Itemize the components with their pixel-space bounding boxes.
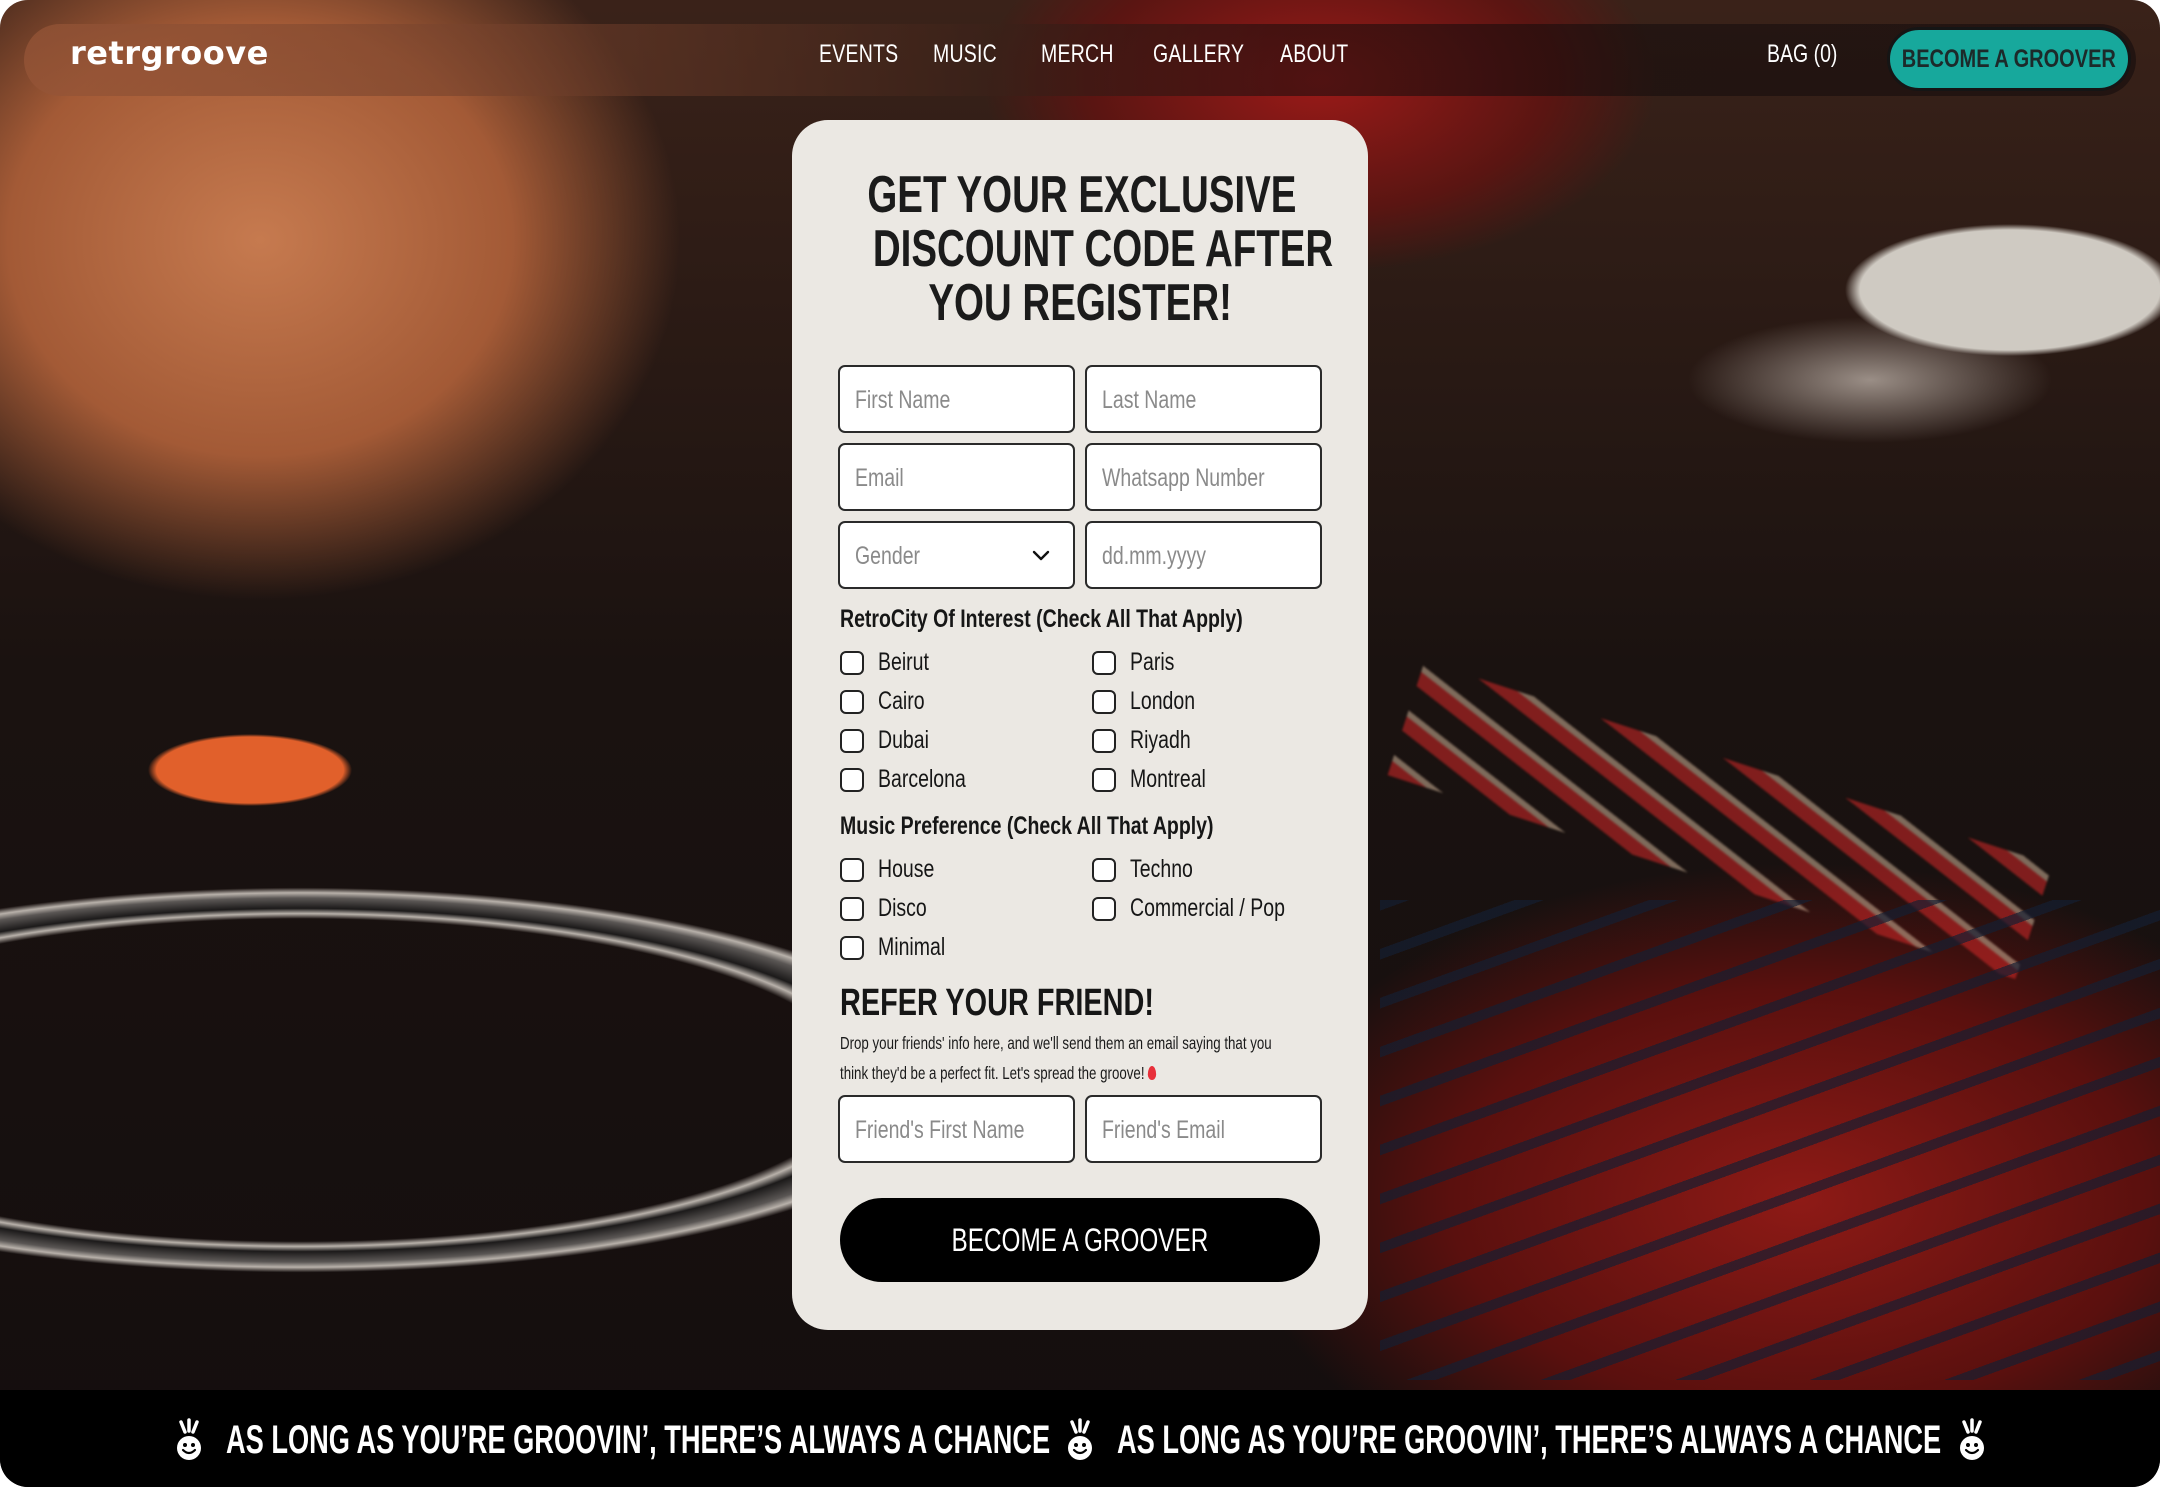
checkbox-label: House (878, 855, 935, 883)
ticker-text: AS LONG AS YOU’RE GROOVIN’, THERE’S ALWA… (226, 1417, 1051, 1462)
last-name-field[interactable]: Last Name (1085, 365, 1322, 433)
checkbox-city-beirut[interactable]: Beirut (840, 648, 943, 677)
friend-first-name-field[interactable]: Friend's First Name (838, 1095, 1075, 1163)
form-title-line: YOU REGISTER! (928, 274, 1232, 332)
checkbox-box[interactable] (840, 767, 864, 792)
checkbox-city-dubai[interactable]: Dubai (840, 726, 943, 755)
become-groover-nav-button[interactable]: BECOME A GROOVER (1887, 27, 2131, 91)
refer-friend-heading: REFER YOUR FRIEND! (840, 982, 1154, 1024)
email-input[interactable] (840, 445, 1073, 509)
checkbox-box[interactable] (1092, 728, 1116, 753)
checkbox-city-montreal[interactable]: Montreal (1092, 765, 1227, 794)
checkbox-label: Disco (878, 894, 927, 922)
checkbox-label: Beirut (878, 648, 929, 676)
refer-text-line: Drop your friends' info here, and we'll … (840, 1033, 1272, 1053)
become-groover-nav-label: BECOME A GROOVER (1901, 44, 2117, 73)
checkbox-box[interactable] (840, 689, 864, 714)
submit-label: BECOME A GROOVER (951, 1221, 1209, 1258)
smiley-icon (177, 1418, 201, 1460)
city-group-label: RetroCity Of Interest (Check All That Ap… (840, 605, 1243, 633)
checkbox-box[interactable] (840, 935, 864, 960)
checkbox-label: Dubai (878, 726, 929, 754)
chevron-down-icon (1032, 550, 1050, 561)
nav-link-merch[interactable]: MERCH (1041, 40, 1114, 69)
checkbox-music-house[interactable]: House (840, 855, 950, 884)
checkbox-city-riyadh[interactable]: Riyadh (1092, 726, 1208, 755)
checkbox-box[interactable] (840, 728, 864, 753)
checkbox-box[interactable] (1092, 857, 1116, 882)
checkbox-city-cairo[interactable]: Cairo (840, 687, 938, 716)
refer-friend-description: Drop your friends' info here, and we'll … (840, 1028, 1326, 1088)
checkbox-box[interactable] (840, 896, 864, 921)
first-name-field[interactable]: First Name (838, 365, 1075, 433)
checkbox-city-london[interactable]: London (1092, 687, 1213, 716)
balloon-icon (1147, 1066, 1156, 1080)
friend-email-field[interactable]: Friend's Email (1085, 1095, 1322, 1163)
smiley-icon (1068, 1418, 1092, 1460)
checkbox-box[interactable] (1092, 896, 1116, 921)
checkbox-label: Minimal (878, 933, 946, 961)
checkbox-box[interactable] (840, 857, 864, 882)
first-name-input[interactable] (840, 367, 1073, 431)
whatsapp-field[interactable]: Whatsapp Number (1085, 443, 1322, 511)
checkbox-box[interactable] (1092, 767, 1116, 792)
ticker-text: AS LONG AS YOU’RE GROOVIN’, THERE’S ALWA… (1117, 1417, 1942, 1462)
ticker-item (1065, 1418, 1095, 1462)
checkbox-box[interactable] (1092, 650, 1116, 675)
checkbox-label: London (1130, 687, 1196, 715)
checkbox-label: Paris (1130, 648, 1175, 676)
nav-link-music[interactable]: MUSIC (933, 40, 997, 69)
birthdate-input[interactable] (1087, 523, 1320, 587)
last-name-input[interactable] (1087, 367, 1320, 431)
checkbox-box[interactable] (1092, 689, 1116, 714)
email-field[interactable]: Email (838, 443, 1075, 511)
friend-first-name-input[interactable] (840, 1097, 1073, 1161)
checkbox-label: Commercial / Pop (1130, 894, 1285, 922)
nav-link-about[interactable]: ABOUT (1280, 40, 1348, 69)
become-groover-submit-button[interactable]: BECOME A GROOVER (840, 1198, 1320, 1282)
birthdate-field[interactable]: dd.mm.yyyy (1085, 521, 1322, 589)
checkbox-city-barcelona[interactable]: Barcelona (840, 765, 991, 794)
ticker-item: AS LONG AS YOU’RE GROOVIN’, THERE’S ALWA… (1117, 1418, 2160, 1462)
refer-text-line: think they'd be a perfect fit. Let's spr… (840, 1063, 1145, 1083)
bag-link[interactable]: BAG (0) (1767, 40, 1837, 69)
ticker-item (174, 1418, 204, 1462)
logo[interactable]: retrgroove (70, 34, 269, 72)
music-group-label: Music Preference (Check All That Apply) (840, 812, 1214, 840)
checkbox-label: Cairo (878, 687, 925, 715)
ticker-item (1957, 1418, 1987, 1462)
checkbox-label: Techno (1130, 855, 1193, 883)
form-title-line: DISCOUNT CODE AFTER (872, 220, 1334, 278)
gender-placeholder: Gender (855, 542, 921, 570)
checkbox-music-commercial-pop[interactable]: Commercial / Pop (1092, 894, 1329, 923)
form-title: GET YOUR EXCLUSIVE DISCOUNT CODE AFTER Y… (792, 168, 1368, 330)
nav-link-gallery[interactable]: GALLERY (1153, 40, 1244, 69)
checkbox-city-paris[interactable]: Paris (1092, 648, 1187, 677)
form-title-line: GET YOUR EXCLUSIVE (867, 166, 1297, 224)
background-cables (1380, 900, 2160, 1380)
gender-select[interactable]: Gender (838, 521, 1075, 589)
checkbox-music-techno[interactable]: Techno (1092, 855, 1211, 884)
checkbox-music-disco[interactable]: Disco (840, 894, 941, 923)
marquee-ticker: AS LONG AS YOU’RE GROOVIN’, THERE’S ALWA… (0, 1390, 2160, 1487)
page-frame: retrgroove EVENTS MUSIC MERCH GALLERY AB… (0, 0, 2160, 1487)
nav-link-events[interactable]: EVENTS (819, 40, 898, 69)
checkbox-label: Barcelona (878, 765, 966, 793)
checkbox-label: Riyadh (1130, 726, 1191, 754)
friend-email-input[interactable] (1087, 1097, 1320, 1161)
checkbox-box[interactable] (840, 650, 864, 675)
smiley-icon (1960, 1418, 1984, 1460)
checkbox-label: Montreal (1130, 765, 1206, 793)
registration-card: GET YOUR EXCLUSIVE DISCOUNT CODE AFTER Y… (792, 120, 1368, 1330)
whatsapp-input[interactable] (1087, 445, 1320, 509)
checkbox-music-minimal[interactable]: Minimal (840, 933, 964, 962)
